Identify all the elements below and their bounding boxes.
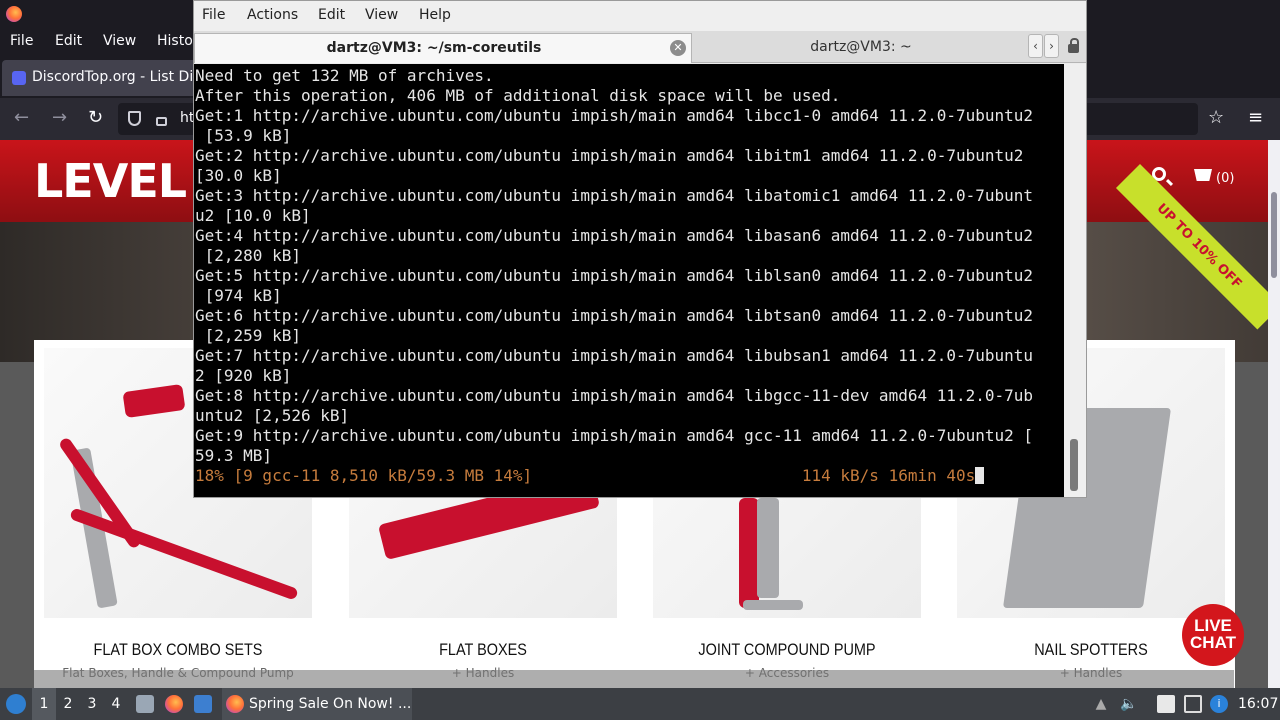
terminal-line: [53.9 kB]: [195, 126, 292, 145]
reload-icon[interactable]: ↻: [88, 108, 103, 128]
tracking-shield-icon[interactable]: [128, 111, 141, 126]
tab-scroll-right-icon[interactable]: ›: [1044, 34, 1059, 58]
workspace-1[interactable]: 1: [32, 688, 56, 720]
terminal-window: File Actions Edit View Help dartz@VM3: ~…: [193, 0, 1087, 498]
tray-up-icon[interactable]: ▲: [1092, 695, 1110, 713]
firefox-scrollbar[interactable]: [1268, 140, 1280, 688]
terminal-line: [974 kB]: [195, 286, 282, 305]
terminal-line: 2 [920 kB]: [195, 366, 292, 385]
terminal-output[interactable]: Need to get 132 MB of archives. After thi…: [194, 64, 1064, 497]
display-icon[interactable]: [1184, 695, 1202, 713]
close-tab-icon[interactable]: ✕: [670, 40, 686, 56]
live-chat-button[interactable]: LIVE CHAT: [1182, 604, 1244, 666]
product-name[interactable]: NAIL SPOTTERS: [969, 640, 1214, 660]
product-name[interactable]: JOINT COMPOUND PUMP: [665, 640, 910, 660]
terminal-line: Need to get 132 MB of archives.: [195, 66, 494, 85]
product-name[interactable]: FLAT BOXES: [361, 640, 606, 660]
terminal-line: u2 [10.0 kB]: [195, 206, 311, 225]
terminal-line: Get:9 http://archive.ubuntu.com/ubuntu i…: [195, 426, 1034, 445]
firefox-logo-icon: [6, 6, 22, 22]
terminal-tab-title: dartz@VM3: ~/sm-coreutils: [326, 40, 542, 56]
terminal-launcher-icon[interactable]: [194, 695, 212, 713]
workspace-4[interactable]: 4: [104, 688, 128, 720]
term-menu-file[interactable]: File: [202, 7, 225, 23]
cart-icon[interactable]: [1194, 169, 1212, 181]
discord-favicon-icon: [12, 71, 26, 85]
lock-icon[interactable]: [1068, 38, 1079, 53]
ff-menu-edit[interactable]: Edit: [55, 33, 82, 49]
terminal-tab-active[interactable]: dartz@VM3: ~/sm-coreutils ✕: [194, 33, 692, 63]
terminal-line: Get:2 http://archive.ubuntu.com/ubuntu i…: [195, 146, 1024, 165]
back-arrow-icon[interactable]: ←: [14, 108, 29, 128]
padlock-icon[interactable]: [156, 117, 167, 126]
terminal-tab-title: dartz@VM3: ~: [810, 39, 912, 55]
term-menu-actions[interactable]: Actions: [247, 7, 298, 23]
clipboard-icon[interactable]: [1157, 695, 1175, 713]
firefox-tab[interactable]: DiscordTop.org - List Dis: [2, 60, 202, 96]
taskbar-task-firefox[interactable]: Spring Sale On Now! ...: [222, 688, 412, 720]
terminal-progress-line: 18% [9 gcc-11 8,510 kB/59.3 MB 14%] 114 …: [194, 466, 1064, 486]
clock[interactable]: 16:07: [1238, 696, 1278, 712]
tab-scroll-left-icon[interactable]: ‹: [1028, 34, 1043, 58]
terminal-scrollbar[interactable]: [1064, 64, 1086, 497]
terminal-menubar: File Actions Edit View Help: [194, 1, 1086, 31]
bookmark-star-icon[interactable]: ☆: [1208, 108, 1224, 128]
bottom-overlay: [34, 670, 1234, 688]
terminal-scrollbar-thumb[interactable]: [1070, 439, 1078, 491]
term-menu-help[interactable]: Help: [419, 7, 451, 23]
term-menu-edit[interactable]: Edit: [318, 7, 345, 23]
terminal-line: [2,280 kB]: [195, 246, 301, 265]
start-menu-icon[interactable]: [6, 694, 26, 714]
terminal-tabbar: dartz@VM3: ~/sm-coreutils ✕ dartz@VM3: ~…: [194, 31, 1086, 63]
terminal-cursor: [975, 467, 985, 484]
terminal-lines: Need to get 132 MB of archives. After thi…: [194, 66, 1064, 466]
update-notifier-icon[interactable]: i: [1210, 695, 1228, 713]
terminal-line: 59.3 MB]: [195, 446, 273, 465]
forward-arrow-icon[interactable]: →: [52, 108, 67, 128]
product-name[interactable]: FLAT BOX COMBO SETS: [56, 640, 301, 660]
term-menu-view[interactable]: View: [365, 7, 398, 23]
terminal-line: [30.0 kB]: [195, 166, 282, 185]
site-logo[interactable]: LEVEL: [34, 154, 187, 208]
firefox-task-icon: [226, 695, 244, 713]
terminal-line: untu2 [2,526 kB]: [195, 406, 350, 425]
cart-count[interactable]: (0): [1216, 171, 1234, 186]
taskbar-task-title: Spring Sale On Now! ...: [249, 696, 412, 712]
workspace-2[interactable]: 2: [56, 688, 80, 720]
terminal-line: Get:6 http://archive.ubuntu.com/ubuntu i…: [195, 306, 1034, 325]
terminal-line: Get:1 http://archive.ubuntu.com/ubuntu i…: [195, 106, 1034, 125]
terminal-line: Get:5 http://archive.ubuntu.com/ubuntu i…: [195, 266, 1034, 285]
ff-menu-history[interactable]: Histo: [157, 33, 193, 49]
file-manager-icon[interactable]: [136, 695, 154, 713]
firefox-tab-title: DiscordTop.org - List Dis: [32, 69, 201, 85]
firefox-scrollbar-thumb[interactable]: [1271, 192, 1277, 278]
live-chat-label-1: LIVE: [1194, 616, 1232, 635]
terminal-line: [2,259 kB]: [195, 326, 301, 345]
workspace-3[interactable]: 3: [80, 688, 104, 720]
ff-menu-view[interactable]: View: [103, 33, 136, 49]
terminal-line: Get:3 http://archive.ubuntu.com/ubuntu i…: [195, 186, 1034, 205]
firefox-launcher-icon[interactable]: [165, 695, 183, 713]
terminal-line: Get:8 http://archive.ubuntu.com/ubuntu i…: [195, 386, 1034, 405]
ff-menu-file[interactable]: File: [10, 33, 33, 49]
volume-icon[interactable]: 🔈: [1120, 695, 1138, 713]
terminal-line: After this operation, 406 MB of addition…: [195, 86, 841, 105]
live-chat-label-2: CHAT: [1190, 633, 1236, 652]
terminal-tab-inactive[interactable]: dartz@VM3: ~: [694, 33, 1028, 63]
terminal-line: Get:7 http://archive.ubuntu.com/ubuntu i…: [195, 346, 1034, 365]
taskbar: 1 2 3 4 Spring Sale On Now! ... ▲ 🔈 i 16…: [0, 688, 1280, 720]
terminal-line: Get:4 http://archive.ubuntu.com/ubuntu i…: [195, 226, 1034, 245]
hamburger-menu-icon[interactable]: ≡: [1248, 108, 1263, 128]
